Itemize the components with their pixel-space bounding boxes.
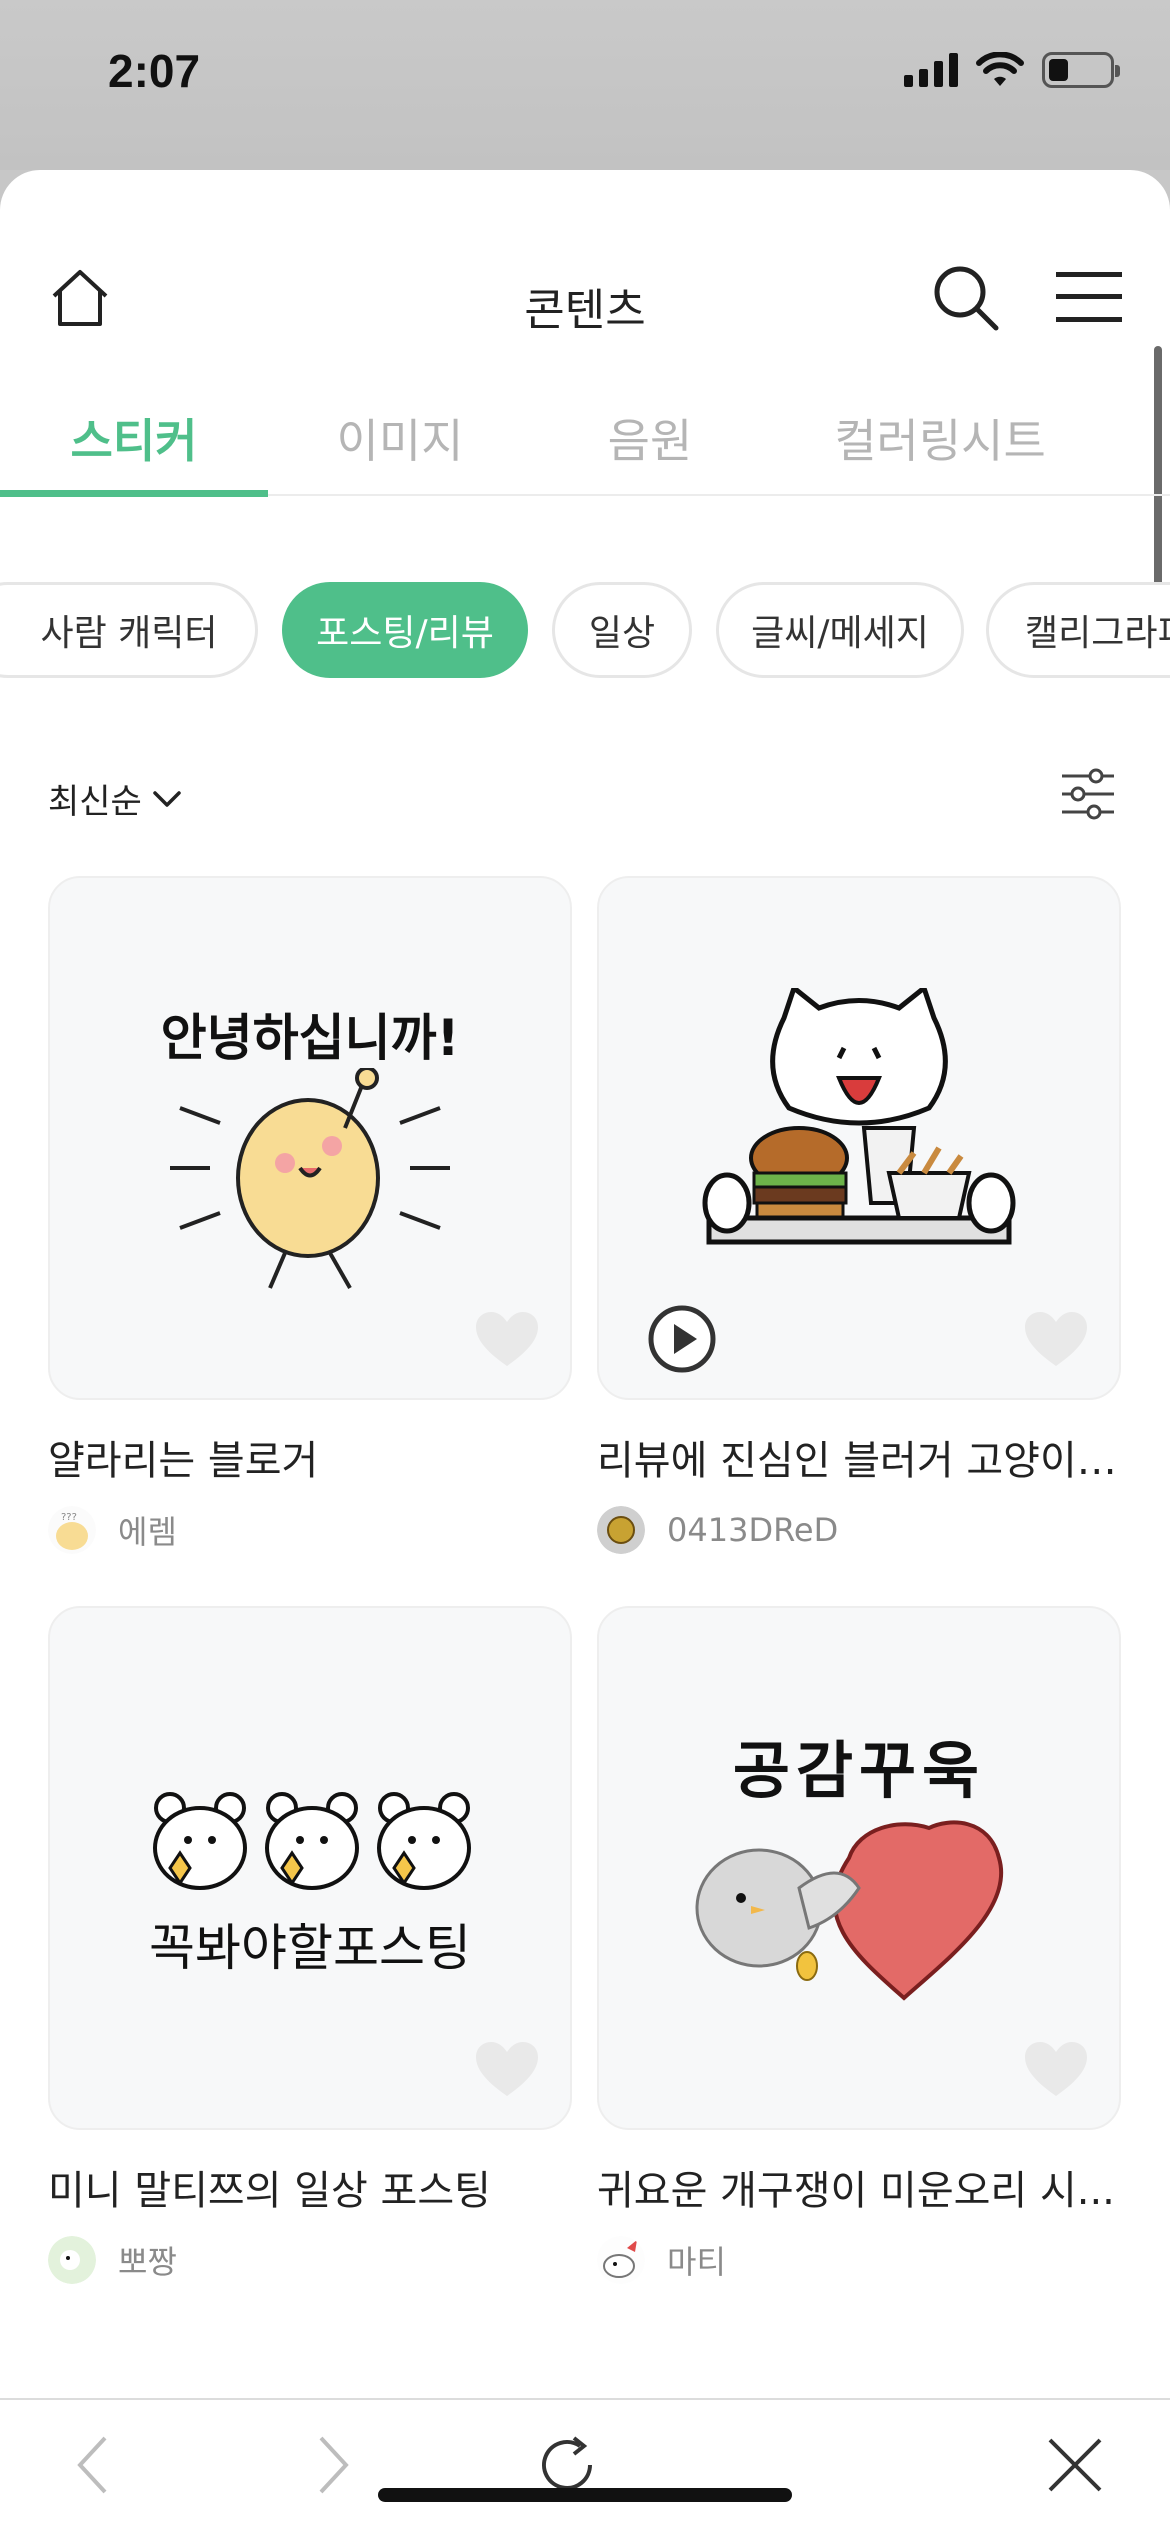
chip-text-message[interactable]: 글씨/메세지 [716, 582, 964, 678]
chip-daily[interactable]: 일상 [552, 582, 692, 678]
sort-label: 최신순 [48, 782, 142, 822]
battery-fill [1049, 59, 1068, 81]
author-name: 뽀짱 [118, 2243, 177, 2281]
wifi-icon [976, 52, 1024, 86]
avatar [597, 2236, 645, 2284]
forward-arrow-icon[interactable] [296, 2430, 366, 2500]
chip-posting-review[interactable]: 포스팅/리뷰 [282, 582, 528, 678]
sticker-card[interactable]: 안녕하십니까! 얄라리는 블로거 ??? 에렘 [48, 876, 572, 1554]
tab-image[interactable]: 이미지 [300, 406, 500, 494]
content-sheet: 콘텐츠 스티커 이미지 음원 컬러링시트 사람 캐릭터 포스팅/리뷰 일상 글씨… [0, 170, 1170, 2532]
card-author[interactable]: 마티 [597, 2236, 1121, 2284]
menu-icon[interactable] [1056, 270, 1122, 324]
close-icon[interactable] [1040, 2430, 1110, 2500]
search-icon[interactable] [932, 264, 1000, 332]
avatar [597, 1506, 645, 1554]
chip-calligraphy[interactable]: 캘리그라피 [986, 582, 1170, 678]
card-author[interactable]: 뽀짱 [48, 2236, 572, 2284]
battery-icon [1042, 52, 1120, 88]
back-arrow-icon[interactable] [60, 2430, 130, 2500]
heart-icon[interactable] [474, 1310, 540, 1368]
author-name: 0413DReD [667, 1511, 839, 1549]
chip-people-character[interactable]: 사람 캐릭터 [0, 582, 258, 678]
tab-active-indicator [0, 490, 268, 497]
sort-dropdown[interactable]: 최신순 [48, 774, 182, 823]
card-author[interactable]: ??? 에렘 [48, 1506, 572, 1554]
author-name: 마티 [667, 2243, 726, 2281]
sticker-card[interactable]: 공감꾸욱 귀요운 개구쟁이 미운오리 시... 마티 [597, 1606, 1121, 2284]
svg-text:???: ??? [61, 1512, 77, 1523]
category-chips: 사람 캐릭터 포스팅/리뷰 일상 글씨/메세지 캘리그라피 [0, 582, 1170, 682]
sticker-thumbnail[interactable]: 공감꾸욱 [597, 1606, 1121, 2130]
sticker-caption: 공감꾸욱 [732, 1734, 986, 1807]
cat-burger-sticker-illustration [702, 988, 1016, 1245]
home-indicator [378, 2488, 792, 2502]
play-icon[interactable] [647, 1304, 717, 1374]
header: 콘텐츠 [0, 170, 1170, 336]
signal-icon [904, 53, 958, 87]
card-author[interactable]: 0413DReD [597, 1506, 1121, 1554]
browser-bottom-bar [0, 2398, 1170, 2532]
sticker-caption: 꼭봐야할포스팅 [149, 1919, 471, 1977]
card-title[interactable]: 미니 말티쯔의 일상 포스팅 [48, 2158, 572, 2216]
sticker-thumbnail[interactable]: 안녕하십니까! [48, 876, 572, 1400]
filter-icon[interactable] [1060, 766, 1116, 822]
sticker-thumbnail[interactable] [597, 876, 1121, 1400]
sticker-card[interactable]: 리뷰에 진심인 블러거 고양이 ... 0413DReD [597, 876, 1121, 1554]
chevron-down-icon [153, 790, 181, 807]
sticker-card[interactable]: 꼭봐야할포스팅 미니 말티쯔의 일상 포스팅 뽀짱 [48, 1606, 572, 2284]
bear-sticker-illustration [153, 1792, 471, 1890]
avatar: ??? [48, 1506, 96, 1554]
avatar [48, 2236, 96, 2284]
sticker-thumbnail[interactable]: 꼭봐야할포스팅 [48, 1606, 572, 2130]
heart-icon[interactable] [1023, 2040, 1089, 2098]
chick-sticker-illustration [170, 1068, 450, 1289]
heart-icon[interactable] [1023, 1310, 1089, 1368]
card-title[interactable]: 귀요운 개구쟁이 미운오리 시... [597, 2158, 1121, 2216]
card-title[interactable]: 얄라리는 블로거 [48, 1428, 572, 1486]
tab-audio[interactable]: 음원 [550, 406, 750, 494]
tab-sticker[interactable]: 스티커 [0, 406, 268, 494]
content-tabs: 스티커 이미지 음원 컬러링시트 [0, 406, 1170, 497]
status-icons [904, 52, 1120, 88]
card-title[interactable]: 리뷰에 진심인 블러거 고양이 ... [597, 1428, 1121, 1486]
status-time: 2:07 [108, 45, 201, 97]
duck-heart-sticker-illustration [695, 1820, 1004, 2001]
tab-coloring-sheet[interactable]: 컬러링시트 [790, 406, 1090, 494]
sticker-caption: 안녕하십니까! [160, 1009, 460, 1067]
author-name: 에렘 [118, 1513, 177, 1551]
status-bar: 2:07 [0, 0, 1170, 170]
heart-icon[interactable] [474, 2040, 540, 2098]
